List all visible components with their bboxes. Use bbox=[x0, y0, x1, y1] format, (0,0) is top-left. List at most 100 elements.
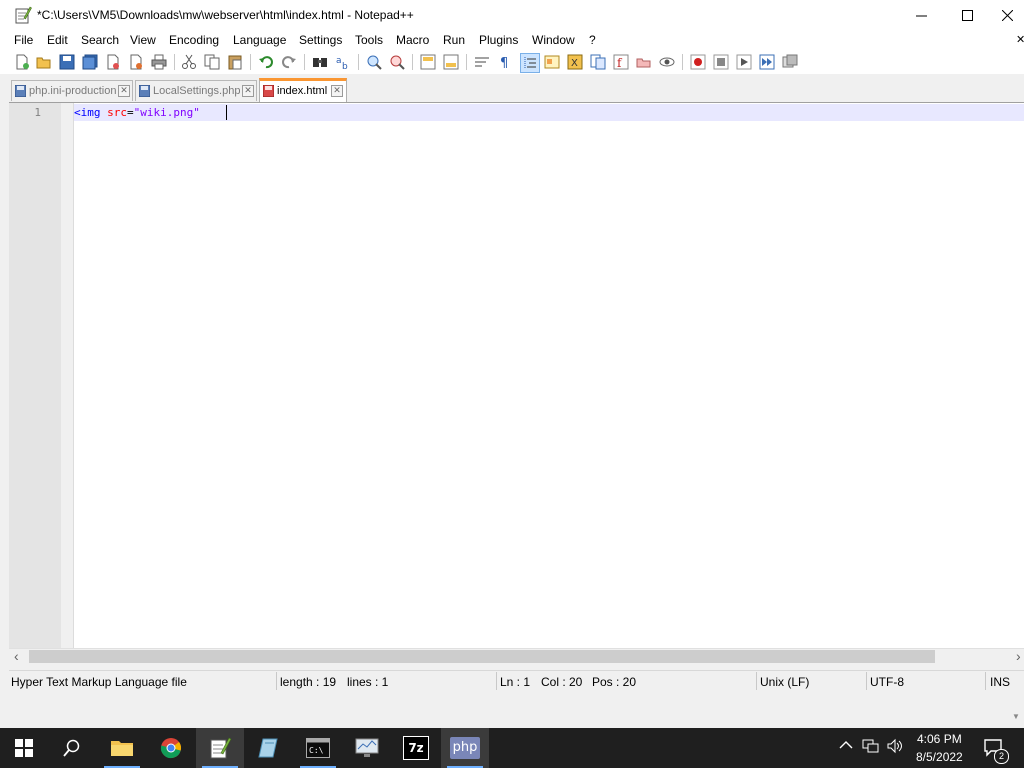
sync-vertical-icon[interactable] bbox=[419, 53, 437, 71]
network-icon[interactable] bbox=[862, 738, 880, 757]
indent-guide-icon[interactable] bbox=[520, 53, 540, 73]
status-position: Pos : 20 bbox=[592, 675, 637, 689]
windows-logo-icon[interactable] bbox=[0, 728, 48, 768]
undo-icon[interactable] bbox=[257, 53, 275, 71]
record-macro-icon[interactable] bbox=[689, 53, 707, 71]
code-line[interactable]: <img src="wiki.png" bbox=[74, 106, 200, 119]
stop-macro-icon[interactable] bbox=[712, 53, 730, 71]
status-separator bbox=[496, 672, 497, 690]
toolbar-separator bbox=[466, 54, 467, 70]
attribute-value: "wiki.png" bbox=[133, 106, 200, 119]
print-icon[interactable] bbox=[150, 53, 168, 71]
php-icon[interactable]: php bbox=[441, 728, 489, 768]
volume-icon[interactable] bbox=[886, 738, 904, 757]
clock-time[interactable]: 4:06 PM bbox=[917, 732, 962, 746]
find-replace-icon[interactable]: ab bbox=[334, 53, 352, 71]
menu-view[interactable]: View bbox=[130, 33, 156, 47]
saved-file-icon bbox=[138, 84, 151, 98]
open-file-icon[interactable] bbox=[35, 53, 53, 71]
minimize-button[interactable] bbox=[898, 0, 944, 31]
zoom-in-icon[interactable] bbox=[365, 53, 383, 71]
cut-icon[interactable] bbox=[180, 53, 198, 71]
status-separator bbox=[276, 672, 277, 690]
chevron-up-icon[interactable] bbox=[839, 739, 853, 753]
tab-close-icon[interactable]: ✕ bbox=[331, 85, 343, 97]
tab-label: LocalSettings.php bbox=[153, 85, 241, 97]
save-all-icon[interactable] bbox=[81, 53, 99, 71]
resize-grip-icon[interactable]: ▼ bbox=[1012, 712, 1020, 721]
word-wrap-icon[interactable] bbox=[473, 53, 491, 71]
close-document-icon[interactable]: ✕ bbox=[1016, 33, 1024, 46]
tab-close-icon[interactable]: ✕ bbox=[242, 85, 254, 97]
find-icon[interactable] bbox=[311, 53, 329, 71]
text-editor[interactable] bbox=[9, 102, 1024, 649]
paste-icon[interactable] bbox=[226, 53, 244, 71]
terminal-icon[interactable]: C:\ bbox=[294, 728, 342, 768]
clock-date[interactable]: 8/5/2022 bbox=[916, 750, 963, 764]
close-button[interactable] bbox=[990, 0, 1024, 31]
folder-icon[interactable] bbox=[98, 728, 146, 768]
status-eol-format[interactable]: Unix (LF) bbox=[760, 675, 809, 689]
fold-margin[interactable] bbox=[61, 103, 74, 648]
tab-localsettings-php[interactable]: LocalSettings.php ✕ bbox=[135, 80, 257, 101]
zoom-out-icon[interactable] bbox=[388, 53, 406, 71]
show-all-characters-icon[interactable]: ¶ bbox=[496, 53, 514, 71]
menu-help[interactable]: ? bbox=[589, 33, 596, 47]
monitor-icon[interactable] bbox=[343, 728, 391, 768]
menu-file[interactable]: File bbox=[14, 33, 33, 47]
close-file-icon[interactable] bbox=[104, 53, 122, 71]
tab-label: index.html bbox=[277, 85, 328, 97]
7zip-icon[interactable]: 7z bbox=[392, 728, 440, 768]
close-all-icon[interactable] bbox=[127, 53, 145, 71]
svg-text:X: X bbox=[571, 58, 578, 69]
run-macro-multiple-icon[interactable] bbox=[758, 53, 776, 71]
user-defined-language-icon[interactable] bbox=[543, 53, 561, 71]
html-tag: <img bbox=[74, 106, 101, 119]
status-file-type: Hyper Text Markup Language file bbox=[11, 675, 187, 689]
status-insert-mode[interactable]: INS bbox=[990, 675, 1010, 689]
maximize-button[interactable] bbox=[944, 0, 990, 31]
menu-tools[interactable]: Tools bbox=[355, 33, 383, 47]
status-column: Col : 20 bbox=[541, 675, 583, 689]
sync-horizontal-icon[interactable] bbox=[442, 53, 460, 71]
search-icon[interactable] bbox=[48, 728, 96, 768]
status-encoding[interactable]: UTF-8 bbox=[870, 675, 904, 689]
menu-run[interactable]: Run bbox=[443, 33, 465, 47]
save-icon[interactable] bbox=[58, 53, 76, 71]
tab-index-html[interactable]: index.html ✕ bbox=[259, 78, 347, 103]
menu-search[interactable]: Search bbox=[81, 33, 119, 47]
new-file-icon[interactable] bbox=[13, 53, 31, 71]
document-app-icon[interactable] bbox=[245, 728, 293, 768]
line-number: 1 bbox=[34, 106, 41, 119]
copy-icon[interactable] bbox=[203, 53, 221, 71]
modified-file-icon bbox=[262, 84, 275, 98]
function-list-icon[interactable]: f bbox=[612, 53, 630, 71]
document-list-icon[interactable] bbox=[589, 53, 607, 71]
tab-php-ini-production[interactable]: php.ini-production ✕ bbox=[11, 80, 133, 101]
7zip-label: 7z bbox=[403, 736, 429, 760]
menu-settings[interactable]: Settings bbox=[299, 33, 342, 47]
equals-sign: = bbox=[127, 106, 134, 119]
svg-text:C:\: C:\ bbox=[309, 746, 324, 755]
chrome-icon[interactable] bbox=[147, 728, 195, 768]
doc-map-icon[interactable]: X bbox=[566, 53, 584, 71]
play-macro-icon[interactable] bbox=[735, 53, 753, 71]
menu-encoding[interactable]: Encoding bbox=[169, 33, 219, 47]
menu-plugins[interactable]: Plugins bbox=[479, 33, 518, 47]
toolbar-separator bbox=[358, 54, 359, 70]
status-separator bbox=[866, 672, 867, 690]
folder-workspace-icon[interactable] bbox=[635, 53, 653, 71]
text-caret bbox=[226, 105, 227, 120]
menu-macro[interactable]: Macro bbox=[396, 33, 429, 47]
menu-edit[interactable]: Edit bbox=[47, 33, 68, 47]
scroll-left-icon[interactable]: ‹ bbox=[14, 648, 19, 664]
monitoring-eye-icon[interactable] bbox=[658, 53, 676, 71]
menu-language[interactable]: Language bbox=[233, 33, 286, 47]
menu-window[interactable]: Window bbox=[532, 33, 575, 47]
tab-close-icon[interactable]: ✕ bbox=[118, 85, 130, 97]
redo-icon[interactable] bbox=[280, 53, 298, 71]
scroll-right-icon[interactable]: › bbox=[1016, 648, 1021, 664]
scrollbar-thumb[interactable] bbox=[29, 650, 935, 663]
notepad-plus-plus-icon[interactable] bbox=[196, 728, 244, 768]
save-macro-icon[interactable] bbox=[781, 53, 799, 71]
